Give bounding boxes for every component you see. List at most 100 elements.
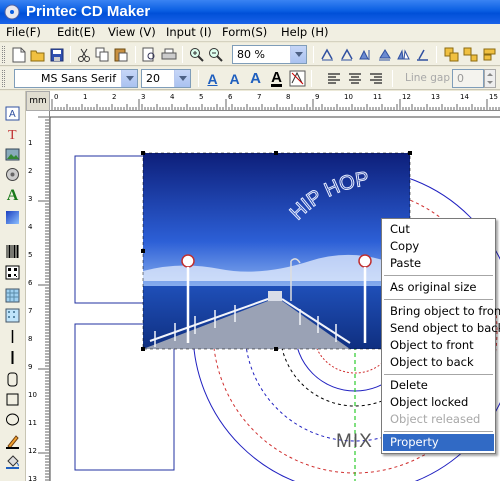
image-tool-icon[interactable] — [4, 146, 21, 163]
line-gap-spinner[interactable] — [484, 69, 496, 88]
save-icon[interactable] — [48, 46, 65, 63]
arc-text-bottom[interactable]: MIX — [336, 431, 373, 452]
ctx-send-back[interactable]: Send object to back — [383, 320, 500, 337]
ruler-number: 10 — [344, 93, 353, 101]
menu-edit[interactable]: Edit(E) — [57, 25, 96, 39]
fill-color-icon[interactable] — [4, 453, 21, 470]
ctx-object-front[interactable]: Object to front — [383, 337, 494, 354]
zoom-value: 80 % — [237, 48, 265, 61]
ruler-unit: mm — [26, 91, 50, 111]
flip-vertical-icon[interactable] — [376, 46, 393, 63]
photo-object[interactable] — [141, 151, 412, 351]
mirror-icon[interactable] — [395, 46, 412, 63]
text-tool-icon[interactable]: T — [4, 125, 21, 142]
ctx-paste[interactable]: Paste — [383, 255, 494, 272]
zoom-out-icon[interactable] — [207, 46, 224, 63]
align-icon[interactable] — [481, 46, 498, 63]
line-gap-value: 0 — [457, 72, 464, 85]
toolbar-grip[interactable] — [2, 46, 5, 63]
chevron-down-icon[interactable] — [121, 70, 137, 87]
format-toolbar: MS Sans Serif 20 A A A A Line gap : 0 — [0, 67, 500, 90]
ruler-number: 3 — [141, 93, 145, 101]
standard-toolbar: 80 % — [0, 43, 500, 66]
rotate-right-icon[interactable] — [338, 46, 355, 63]
ctx-object-back[interactable]: Object to back — [383, 354, 494, 371]
open-folder-icon[interactable] — [29, 46, 46, 63]
rounded-rect-tool-icon[interactable] — [4, 371, 21, 388]
chevron-down-icon[interactable] — [174, 70, 190, 87]
ctx-original-size[interactable]: As original size — [383, 279, 494, 296]
cut-icon[interactable] — [75, 46, 92, 63]
menu-file[interactable]: File(F) — [6, 25, 41, 39]
pen-color-icon[interactable] — [4, 433, 21, 450]
text-color-icon[interactable]: A — [268, 70, 285, 87]
horizontal-ruler[interactable]: 0 1 2 3 4 5 6 7 8 9 10 11 12 13 14 15 — [50, 91, 500, 111]
toolbar-grip[interactable] — [2, 70, 5, 87]
zoom-select[interactable]: 80 % — [232, 45, 307, 64]
menu-view[interactable]: View (V) — [108, 25, 156, 39]
ellipse-tool-icon[interactable] — [4, 411, 21, 428]
ruler-number: 12 — [28, 447, 37, 455]
gradient-tool-icon[interactable] — [4, 209, 21, 226]
select-text-icon[interactable]: A — [4, 105, 21, 122]
ctx-object-locked[interactable]: Object locked — [383, 394, 494, 411]
ctx-cut[interactable]: Cut — [383, 221, 494, 238]
menu-help[interactable]: Help (H) — [281, 25, 329, 39]
print-icon[interactable] — [160, 46, 177, 63]
ruler-number: 0 — [54, 93, 58, 101]
align-right-icon[interactable] — [367, 70, 384, 87]
ruler-number: 8 — [28, 335, 32, 343]
ruler-number: 4 — [28, 223, 33, 231]
new-icon[interactable] — [10, 46, 27, 63]
font-size-select[interactable]: 20 — [141, 69, 191, 88]
rotate-left-icon[interactable] — [319, 46, 336, 63]
align-center-icon[interactable] — [346, 70, 363, 87]
menu-form[interactable]: Form(S) — [222, 25, 267, 39]
clipart-tool-icon[interactable] — [4, 166, 21, 183]
barcode-tool-icon[interactable] — [4, 243, 21, 260]
ctx-copy[interactable]: Copy — [383, 238, 494, 255]
zoom-in-icon[interactable] — [188, 46, 205, 63]
chevron-down-icon[interactable] — [290, 46, 306, 63]
app-cd-icon — [4, 4, 20, 20]
title-bar[interactable]: Printec CD Maker — [0, 0, 500, 24]
svg-text:A: A — [9, 109, 16, 120]
align-left-icon[interactable] — [325, 70, 342, 87]
ruler-number: 13 — [431, 93, 440, 101]
ruler-number: 2 — [112, 93, 116, 101]
font-name-select[interactable]: MS Sans Serif — [14, 69, 138, 88]
group-icon[interactable] — [443, 46, 460, 63]
vertical-ruler[interactable]: 1 2 3 4 5 6 7 8 9 10 11 12 13 — [26, 111, 50, 481]
copy-icon[interactable] — [94, 46, 111, 63]
text-bold-icon[interactable]: A — [247, 70, 264, 87]
ruler-number: 11 — [373, 93, 382, 101]
text-size-medium-icon[interactable]: A — [226, 70, 243, 87]
wordart-tool-icon[interactable]: A — [4, 187, 21, 204]
rectangle-tool-icon[interactable] — [4, 391, 21, 408]
text-size-small-icon[interactable]: A — [204, 70, 221, 87]
paste-icon[interactable] — [113, 46, 130, 63]
tool-palette: A T A — [0, 91, 26, 481]
qrcode-tool-icon[interactable] — [4, 264, 21, 281]
line-gap-input[interactable]: 0 — [452, 69, 484, 88]
vertical-line-tool-icon[interactable] — [4, 328, 21, 345]
ruler-number: 2 — [28, 167, 32, 175]
ruler-number: 10 — [28, 391, 37, 399]
print-preview-icon[interactable] — [141, 46, 158, 63]
ruler-number: 11 — [28, 419, 37, 427]
ctx-delete[interactable]: Delete — [383, 377, 494, 394]
rotate-free-icon[interactable] — [414, 46, 431, 63]
ungroup-icon[interactable] — [462, 46, 479, 63]
pattern-tool-icon[interactable] — [4, 287, 21, 304]
flip-horizontal-icon[interactable] — [357, 46, 374, 63]
svg-text:T: T — [8, 128, 17, 141]
text-style-icon[interactable] — [289, 70, 306, 87]
ctx-property[interactable]: Property — [383, 434, 494, 451]
window-title: Printec CD Maker — [26, 3, 151, 20]
ruler-number: 1 — [83, 93, 87, 101]
ctx-bring-front[interactable]: Bring object to front — [383, 303, 500, 320]
line-tool-icon[interactable] — [4, 349, 21, 366]
ruler-number: 6 — [228, 93, 233, 101]
texture-tool-icon[interactable] — [4, 307, 21, 324]
menu-input[interactable]: Input (I) — [166, 25, 212, 39]
